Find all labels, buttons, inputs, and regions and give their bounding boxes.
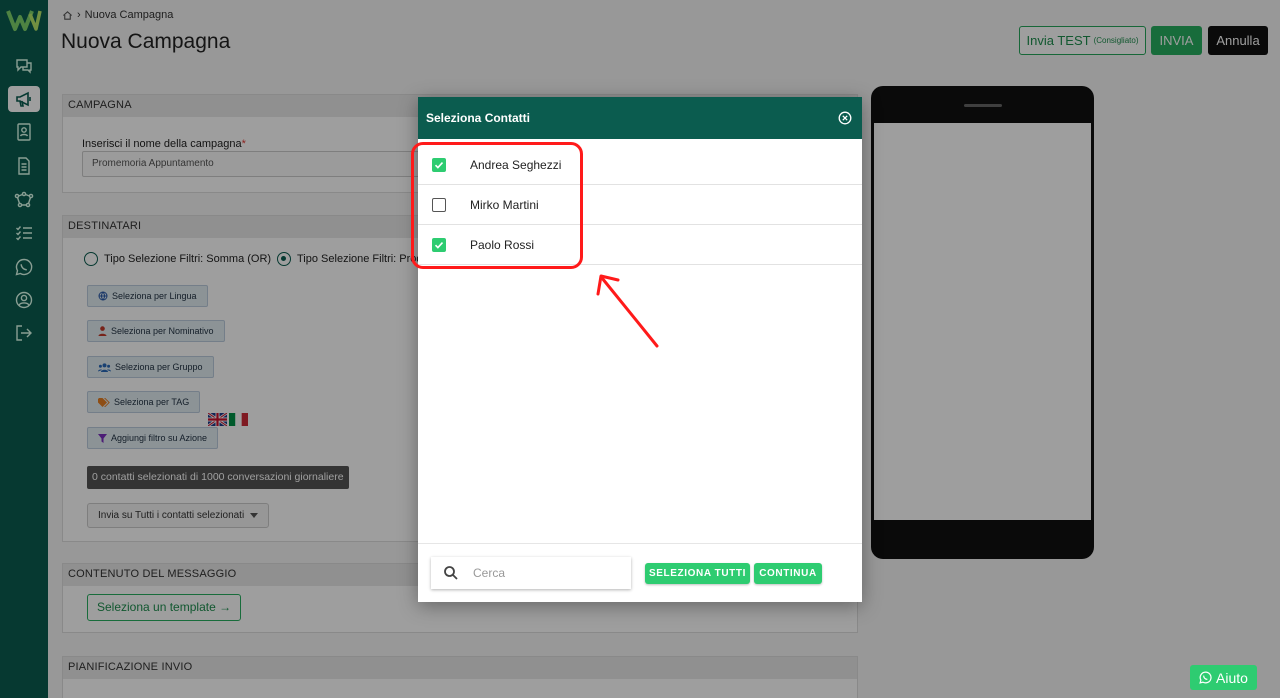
select-all-button[interactable]: SELEZIONA TUTTI xyxy=(645,563,750,584)
search-input[interactable] xyxy=(473,566,613,580)
contact-search[interactable] xyxy=(431,557,631,589)
search-icon xyxy=(444,566,458,580)
help-label: Aiuto xyxy=(1216,669,1248,686)
continue-button[interactable]: CONTINUA xyxy=(754,563,822,584)
help-button[interactable]: Aiuto xyxy=(1190,665,1257,690)
modal-header: Seleziona Contatti xyxy=(418,97,862,139)
annotation-arrow-icon xyxy=(596,274,659,348)
modal-footer: SELEZIONA TUTTI CONTINUA xyxy=(418,543,862,602)
modal-title: Seleziona Contatti xyxy=(426,111,531,125)
annotation-highlight-box xyxy=(411,142,583,269)
close-icon[interactable] xyxy=(838,111,852,125)
whatsapp-icon xyxy=(1199,671,1212,684)
